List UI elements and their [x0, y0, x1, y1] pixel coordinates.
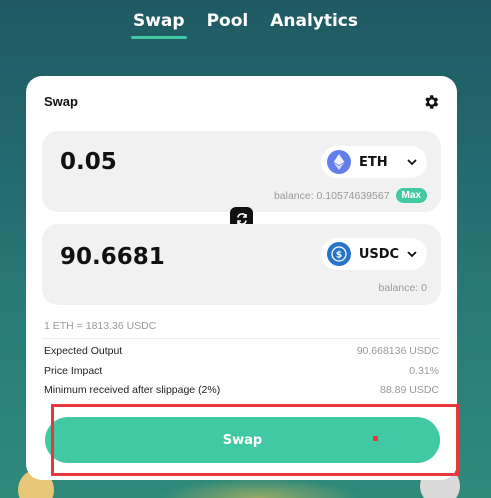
detail-value: 0.31%	[409, 365, 439, 377]
chevron-down-icon	[407, 251, 417, 258]
detail-value: 88.89 USDC	[380, 384, 439, 396]
detail-row: Expected Output 90.668136 USDC	[44, 345, 439, 357]
to-balance-text: balance: 0	[378, 282, 427, 294]
tab-swap[interactable]: Swap	[130, 10, 187, 39]
from-token-selector[interactable]: ETH	[321, 146, 427, 178]
gear-icon[interactable]	[422, 93, 440, 111]
tab-pool[interactable]: Pool	[205, 10, 251, 32]
detail-label: Minimum received after slippage (2%)	[44, 384, 221, 396]
exchange-rate: 1 ETH = 1813.36 USDC	[44, 320, 157, 332]
eth-icon	[327, 150, 351, 174]
swap-card: Swap 0.05 ETH balance: 0.10574639567 Max…	[26, 76, 457, 480]
detail-row: Minimum received after slippage (2%) 88.…	[44, 384, 439, 396]
cursor-marker	[373, 436, 378, 441]
tab-analytics[interactable]: Analytics	[268, 10, 360, 32]
detail-label: Expected Output	[44, 345, 123, 357]
to-amount-input[interactable]: 90.6681	[60, 244, 165, 270]
to-token-name: USDC	[358, 246, 400, 262]
from-token-panel: 0.05 ETH balance: 0.10574639567 Max	[42, 131, 441, 212]
svg-text:$: $	[336, 251, 342, 261]
chevron-down-icon	[407, 159, 417, 166]
detail-label: Price Impact	[44, 365, 103, 377]
from-token-name: ETH	[359, 154, 388, 170]
divider	[42, 338, 441, 339]
top-nav: Swap Pool Analytics	[0, 0, 491, 48]
to-token-panel: 90.6681 $ USDC balance: 0	[42, 224, 441, 305]
to-token-selector[interactable]: $ USDC	[321, 238, 427, 270]
from-balance-text: balance: 0.10574639567	[273, 189, 390, 202]
swap-button[interactable]: Swap	[45, 417, 440, 463]
usdc-icon: $	[327, 242, 351, 266]
background-glow	[160, 478, 360, 498]
to-balance: balance: 0	[379, 282, 427, 294]
max-button[interactable]: Max	[395, 188, 427, 203]
from-balance: balance: 0.10574639567 Max	[274, 188, 427, 203]
from-amount-input[interactable]: 0.05	[60, 149, 117, 175]
detail-row: Price Impact 0.31%	[44, 365, 439, 377]
detail-value: 90.668136 USDC	[356, 345, 439, 357]
card-title: Swap	[44, 94, 78, 109]
